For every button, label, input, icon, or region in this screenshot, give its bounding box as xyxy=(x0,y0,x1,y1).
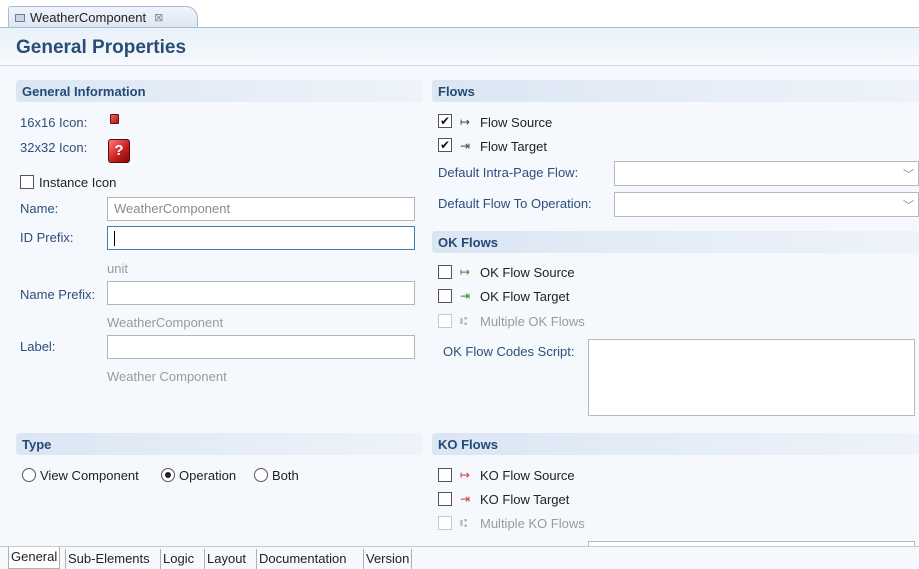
multiple-ko-flows-checkbox[interactable] xyxy=(438,516,452,530)
tab-documentation[interactable]: Documentation xyxy=(256,549,348,569)
editor-tab-weathercomponent[interactable]: WeatherComponent ⊠ xyxy=(8,6,198,28)
name-prefix-input[interactable] xyxy=(107,281,415,305)
id-prefix-input[interactable] xyxy=(107,226,415,250)
instance-icon-checkbox[interactable] xyxy=(20,175,34,189)
type-option-view-component: View Component xyxy=(40,468,139,483)
default-flow-to-operation-combo[interactable]: ﹀ xyxy=(614,192,919,217)
flow-target-checkbox[interactable]: ✔ xyxy=(438,138,452,152)
type-option-both: Both xyxy=(272,468,299,483)
ok-flow-target-checkbox[interactable] xyxy=(438,289,452,303)
page-title: General Properties xyxy=(16,37,187,58)
type-radio-operation[interactable] xyxy=(161,468,175,482)
bottom-tab-bar: General Sub-Elements Logic Layout Docume… xyxy=(0,546,919,569)
editor-tab-title: WeatherComponent xyxy=(30,10,147,25)
tab-sub-elements[interactable]: Sub-Elements xyxy=(65,549,152,569)
ko-flow-source-checkbox[interactable] xyxy=(438,468,452,482)
name-label: Name: xyxy=(20,201,59,216)
chevron-down-icon: ﹀ xyxy=(903,200,914,212)
multi-flow-icon: ⑆ xyxy=(460,314,468,328)
tab-general[interactable]: General xyxy=(8,547,61,569)
name-prefix-hint: WeatherComponent xyxy=(107,315,224,330)
label-label: Label: xyxy=(20,339,56,354)
id-prefix-hint: unit xyxy=(107,261,128,276)
flow-source-checkbox[interactable]: ✔ xyxy=(438,114,452,128)
flow-source-label: Flow Source xyxy=(480,115,553,130)
ko-flow-source-label: KO Flow Source xyxy=(480,468,575,483)
name-input[interactable]: WeatherComponent xyxy=(107,197,415,221)
label-input[interactable] xyxy=(107,335,415,359)
multiple-ok-flows-label: Multiple OK Flows xyxy=(480,314,585,329)
header-divider xyxy=(0,65,919,66)
type-option-operation: Operation xyxy=(179,468,237,483)
ok-arrow-out-icon: ↦ xyxy=(460,265,471,279)
section-ko-flows[interactable]: KO Flows xyxy=(432,433,919,455)
editor-tab-bar: WeatherComponent ⊠ xyxy=(0,0,919,28)
tab-version[interactable]: Version xyxy=(363,549,413,569)
form-header: General Properties xyxy=(0,28,919,66)
ok-flow-target-label: OK Flow Target xyxy=(480,289,570,304)
icon16-label: 16x16 Icon: xyxy=(20,115,88,130)
component-icon xyxy=(15,13,25,22)
default-intra-page-flow-combo[interactable]: ﹀ xyxy=(614,161,919,186)
tab-layout[interactable]: Layout xyxy=(204,549,248,569)
section-type[interactable]: Type xyxy=(16,433,422,455)
multi-flow-icon: ⑆ xyxy=(460,516,468,530)
ko-arrow-in-icon: ⇥ xyxy=(460,492,471,506)
section-general-information[interactable]: General Information xyxy=(16,80,422,102)
default-flow-to-operation-label: Default Flow To Operation: xyxy=(438,196,592,211)
multiple-ok-flows-checkbox[interactable] xyxy=(438,314,452,328)
red-cube-icon[interactable] xyxy=(110,114,119,124)
instance-icon-label: Instance Icon xyxy=(39,175,117,190)
chevron-down-icon: ﹀ xyxy=(903,169,914,181)
type-radio-both[interactable] xyxy=(254,468,268,482)
red-cube-large-icon[interactable]: ? xyxy=(108,139,130,163)
ok-arrow-in-icon: ⇥ xyxy=(460,289,471,303)
icon32-label: 32x32 Icon: xyxy=(20,140,88,155)
ok-flow-source-label: OK Flow Source xyxy=(480,265,575,280)
ok-flow-codes-script-label: OK Flow Codes Script: xyxy=(443,344,575,359)
ko-flow-target-label: KO Flow Target xyxy=(480,492,570,507)
ko-flow-target-checkbox[interactable] xyxy=(438,492,452,506)
label-hint: Weather Component xyxy=(107,369,227,384)
multiple-ko-flows-label: Multiple KO Flows xyxy=(480,516,585,531)
default-intra-page-flow-label: Default Intra-Page Flow: xyxy=(438,165,579,180)
section-flows[interactable]: Flows xyxy=(432,80,919,102)
text-caret xyxy=(114,231,115,247)
arrow-in-icon: ⇥ xyxy=(460,139,471,153)
arrow-out-icon: ↦ xyxy=(460,115,471,129)
ko-arrow-out-icon: ↦ xyxy=(460,468,471,482)
ok-flow-source-checkbox[interactable] xyxy=(438,265,452,279)
close-icon[interactable]: ⊠ xyxy=(154,11,163,24)
ok-flow-codes-script-textarea[interactable] xyxy=(588,339,915,416)
section-ok-flows[interactable]: OK Flows xyxy=(432,231,919,253)
name-prefix-label: Name Prefix: xyxy=(20,287,96,302)
id-prefix-label: ID Prefix: xyxy=(20,230,74,245)
tab-logic[interactable]: Logic xyxy=(160,549,196,569)
type-radio-view-component[interactable] xyxy=(22,468,36,482)
flow-target-label: Flow Target xyxy=(480,139,547,154)
